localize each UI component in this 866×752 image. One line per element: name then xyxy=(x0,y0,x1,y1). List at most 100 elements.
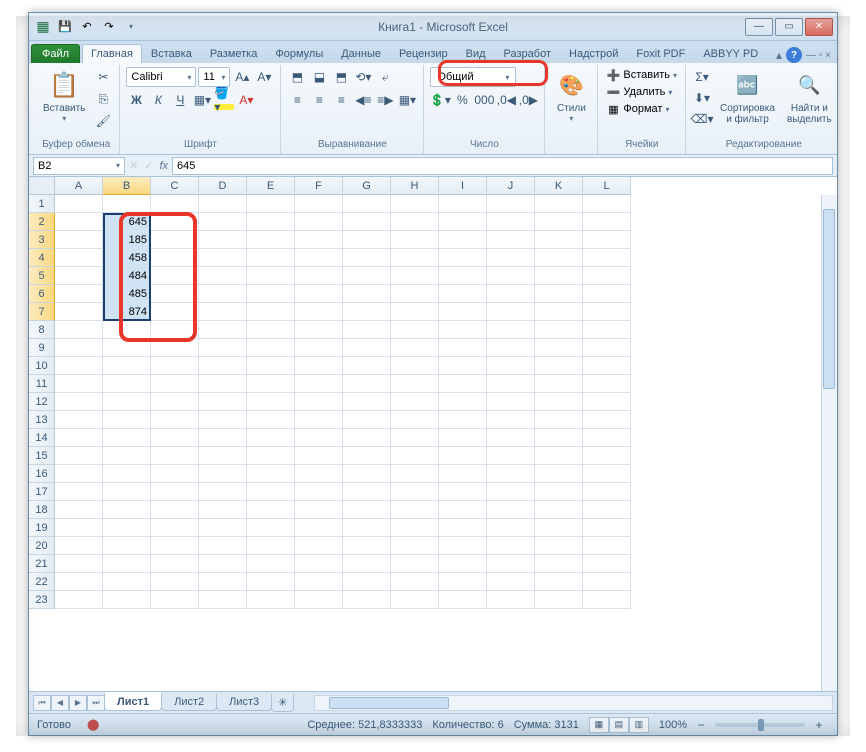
cell[interactable] xyxy=(391,267,439,285)
cell[interactable] xyxy=(295,285,343,303)
percent-button[interactable]: % xyxy=(452,90,472,110)
cell[interactable] xyxy=(55,555,103,573)
cell[interactable] xyxy=(391,321,439,339)
increase-decimal-button[interactable]: ,0◀ xyxy=(496,90,516,110)
delete-cells-button[interactable]: ➖Удалить▾ xyxy=(604,84,679,100)
cell[interactable] xyxy=(439,393,487,411)
cell[interactable] xyxy=(439,321,487,339)
cell[interactable]: 485 xyxy=(103,285,151,303)
cell[interactable] xyxy=(583,501,631,519)
cell[interactable]: 185 xyxy=(103,231,151,249)
copy-button[interactable]: ⎘ xyxy=(93,89,113,109)
cell[interactable] xyxy=(247,303,295,321)
tab-abbyy[interactable]: ABBYY PD xyxy=(694,44,767,63)
cell[interactable] xyxy=(439,195,487,213)
cell[interactable] xyxy=(199,411,247,429)
cell[interactable] xyxy=(583,357,631,375)
column-header[interactable]: C xyxy=(151,177,199,195)
cell[interactable] xyxy=(391,195,439,213)
cell[interactable] xyxy=(535,465,583,483)
cell[interactable] xyxy=(199,555,247,573)
cell[interactable] xyxy=(439,267,487,285)
cell[interactable] xyxy=(343,393,391,411)
cell[interactable] xyxy=(295,267,343,285)
cell[interactable] xyxy=(391,537,439,555)
cell[interactable] xyxy=(583,375,631,393)
cell[interactable] xyxy=(343,429,391,447)
save-button[interactable]: 💾 xyxy=(55,17,75,37)
cell[interactable] xyxy=(343,447,391,465)
cell[interactable] xyxy=(55,213,103,231)
cell[interactable] xyxy=(247,501,295,519)
tab-formulas[interactable]: Формулы xyxy=(266,44,332,63)
cell[interactable] xyxy=(391,249,439,267)
cell[interactable] xyxy=(103,375,151,393)
cell[interactable] xyxy=(487,303,535,321)
cell[interactable] xyxy=(343,573,391,591)
cell[interactable] xyxy=(535,519,583,537)
font-color-button[interactable]: A▾ xyxy=(236,90,256,110)
column-header[interactable]: B xyxy=(103,177,151,195)
cell[interactable] xyxy=(487,573,535,591)
cell[interactable] xyxy=(487,537,535,555)
cell[interactable] xyxy=(295,339,343,357)
cell[interactable] xyxy=(343,483,391,501)
cell[interactable] xyxy=(247,285,295,303)
tab-developer[interactable]: Разработ xyxy=(495,44,560,63)
cell[interactable] xyxy=(199,393,247,411)
cell[interactable] xyxy=(535,591,583,609)
sheet-tab-3[interactable]: Лист3 xyxy=(216,694,272,711)
cell[interactable] xyxy=(103,591,151,609)
row-header[interactable]: 9 xyxy=(29,339,55,357)
cell[interactable] xyxy=(583,483,631,501)
cell[interactable] xyxy=(583,321,631,339)
minimize-ribbon-button[interactable]: ▴ xyxy=(776,48,782,62)
cell[interactable] xyxy=(199,501,247,519)
page-layout-button[interactable]: ▤ xyxy=(609,717,629,733)
zoom-slider[interactable] xyxy=(715,723,805,727)
shrink-font-button[interactable]: A▾ xyxy=(254,67,274,87)
cell[interactable] xyxy=(487,411,535,429)
cell[interactable] xyxy=(487,213,535,231)
cell[interactable] xyxy=(583,411,631,429)
cell[interactable] xyxy=(535,339,583,357)
cell[interactable] xyxy=(151,519,199,537)
cell[interactable] xyxy=(295,591,343,609)
cell[interactable] xyxy=(343,375,391,393)
cell[interactable] xyxy=(439,213,487,231)
maximize-button[interactable]: ▭ xyxy=(775,18,803,36)
cell[interactable] xyxy=(55,249,103,267)
cell[interactable] xyxy=(199,339,247,357)
format-cells-button[interactable]: ▦Формат▾ xyxy=(604,101,679,117)
cell[interactable] xyxy=(343,501,391,519)
cell[interactable] xyxy=(295,195,343,213)
cell[interactable] xyxy=(535,267,583,285)
column-header[interactable]: D xyxy=(199,177,247,195)
zoom-level[interactable]: 100% xyxy=(659,719,687,731)
tab-data[interactable]: Данные xyxy=(332,44,390,63)
cell[interactable] xyxy=(535,573,583,591)
underline-button[interactable]: Ч xyxy=(170,90,190,110)
cell[interactable] xyxy=(391,393,439,411)
undo-button[interactable]: ↶ xyxy=(77,17,97,37)
help-icon[interactable]: ? xyxy=(786,47,802,63)
cell[interactable] xyxy=(439,537,487,555)
cell[interactable] xyxy=(295,249,343,267)
cell[interactable] xyxy=(295,447,343,465)
cell[interactable] xyxy=(439,303,487,321)
cell[interactable] xyxy=(535,375,583,393)
cell[interactable] xyxy=(55,591,103,609)
cell[interactable] xyxy=(535,393,583,411)
cell[interactable] xyxy=(103,573,151,591)
select-all-corner[interactable] xyxy=(29,177,55,195)
cell[interactable] xyxy=(535,231,583,249)
cell[interactable] xyxy=(343,339,391,357)
align-left-button[interactable]: ≡ xyxy=(287,90,307,110)
cell[interactable] xyxy=(151,555,199,573)
cell[interactable] xyxy=(103,357,151,375)
cell[interactable] xyxy=(391,411,439,429)
cell[interactable] xyxy=(295,213,343,231)
cell[interactable] xyxy=(487,231,535,249)
cell[interactable] xyxy=(487,483,535,501)
cell[interactable] xyxy=(247,447,295,465)
